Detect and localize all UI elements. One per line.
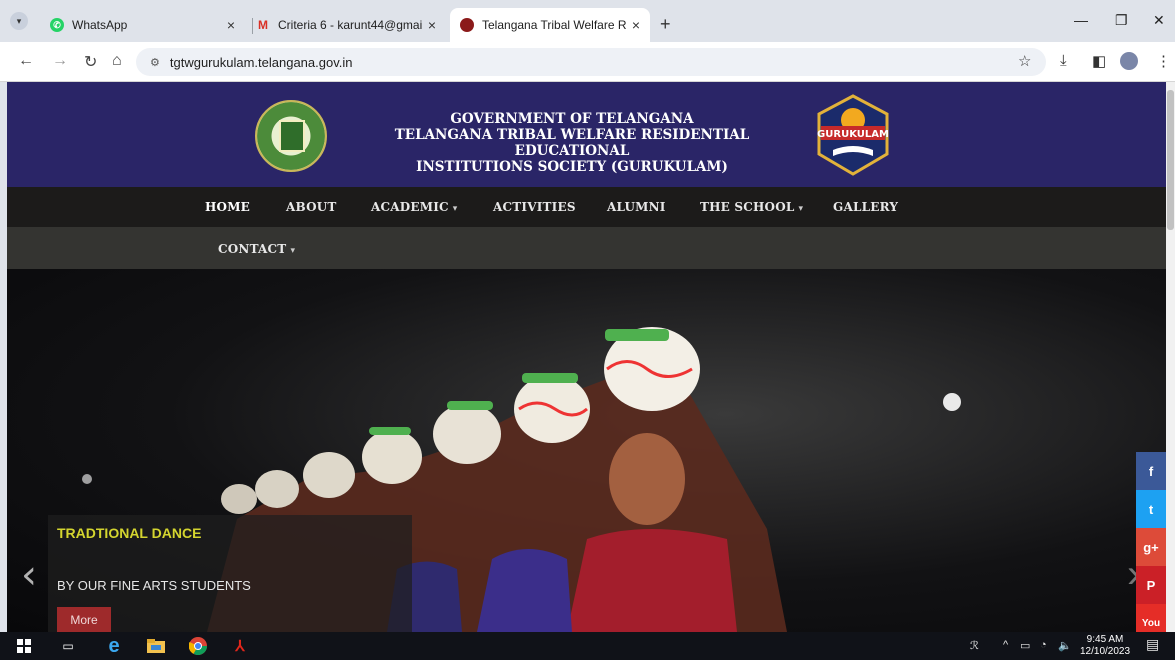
- scrollbar-thumb[interactable]: [1167, 90, 1174, 230]
- tab-title: WhatsApp: [72, 18, 128, 32]
- volume-icon[interactable]: 🔈: [1058, 639, 1072, 652]
- dropdown-caret-icon: ▾: [290, 246, 296, 256]
- wifi-icon[interactable]: ◔: [1040, 639, 1047, 651]
- site-favicon-icon: [460, 18, 474, 32]
- dropdown-caret-icon: ▾: [452, 204, 458, 214]
- url-text: tgtwgurukulam.telangana.gov.in: [169, 54, 353, 70]
- main-nav: HOME ABOUT ACADEMIC ▾ ACTIVITIES ALUMNI T…: [7, 187, 1166, 227]
- people-icon[interactable]: ℛ: [970, 639, 979, 652]
- main-nav-row-2: CONTACT ▾: [7, 227, 1166, 269]
- new-tab-button[interactable]: +: [660, 14, 671, 35]
- browser-tab-strip: ▾ ✆ WhatsApp × M Criteria 6 - karunt44@g…: [0, 0, 1175, 42]
- title-line-1: GOVERNMENT OF TELANGANA: [450, 111, 694, 127]
- show-hidden-icons-icon[interactable]: ^: [1003, 639, 1008, 651]
- file-explorer-icon[interactable]: [146, 636, 166, 656]
- twitter-share-icon[interactable]: t: [1136, 490, 1166, 528]
- edge-browser-icon[interactable]: e: [104, 635, 124, 657]
- close-tab-icon[interactable]: ×: [227, 17, 235, 33]
- web-page: GOVERNMENT OF TELANGANA TELANGANA TRIBAL…: [7, 82, 1166, 632]
- bookmark-star-icon[interactable]: ☆: [1018, 52, 1031, 70]
- slide-caption: TRADTIONAL DANCE BY OUR FINE ARTS STUDEN…: [48, 515, 412, 632]
- caption-title: TRADTIONAL DANCE: [57, 525, 202, 541]
- profile-avatar[interactable]: [1120, 52, 1138, 70]
- whatsapp-icon: ✆: [50, 18, 64, 32]
- youtube-share-icon[interactable]: You: [1136, 604, 1166, 632]
- back-icon[interactable]: ←: [18, 52, 34, 70]
- page-scrollbar[interactable]: [1166, 82, 1175, 632]
- tab-title: Telangana Tribal Welfare Reside: [482, 18, 626, 32]
- site-header-banner: GOVERNMENT OF TELANGANA TELANGANA TRIBAL…: [7, 82, 1166, 187]
- taskbar-clock[interactable]: 9:45 AM 12/10/2023: [1080, 634, 1130, 658]
- address-bar[interactable]: ⚙ tgtwgurukulam.telangana.gov.in: [136, 48, 1046, 76]
- minimize-icon[interactable]: —: [1074, 12, 1088, 28]
- download-icon[interactable]: ⤓: [1060, 52, 1067, 69]
- telangana-emblem-logo: [255, 100, 327, 172]
- close-window-icon[interactable]: ✕: [1153, 12, 1165, 29]
- acrobat-reader-icon[interactable]: ⅄: [230, 636, 250, 656]
- reload-icon[interactable]: ↻: [84, 52, 97, 72]
- nav-contact-label: CONTACT: [218, 242, 287, 256]
- notifications-icon[interactable]: ▤: [1146, 636, 1159, 653]
- tab-title: Criteria 6 - karunt44@gmail.com: [278, 18, 422, 32]
- site-info-icon[interactable]: ⚙: [150, 56, 160, 69]
- clock-date: 12/10/2023: [1080, 646, 1131, 657]
- close-tab-icon[interactable]: ×: [632, 17, 640, 33]
- battery-icon[interactable]: ▭: [1020, 639, 1030, 652]
- nav-gallery[interactable]: GALLERY: [833, 200, 898, 214]
- tab-gmail[interactable]: M Criteria 6 - karunt44@gmail.com ×: [246, 8, 446, 42]
- slider-prev-icon[interactable]: ‹: [21, 552, 37, 598]
- home-icon[interactable]: ⌂: [112, 52, 122, 70]
- menu-icon[interactable]: ⋮: [1156, 52, 1171, 70]
- nav-the-school-label: THE SCHOOL: [700, 200, 795, 214]
- chrome-icon[interactable]: [188, 636, 208, 656]
- site-title: GOVERNMENT OF TELANGANA TELANGANA TRIBAL…: [337, 111, 807, 175]
- gmail-icon: M: [258, 18, 268, 32]
- clock-time: 9:45 AM: [1086, 634, 1124, 645]
- tab-tgtw-gurukulam[interactable]: Telangana Tribal Welfare Reside ×: [450, 8, 650, 42]
- windows-start-icon[interactable]: [14, 636, 34, 656]
- browser-toolbar: ← → ↻ ⌂ ⚙ tgtwgurukulam.telangana.gov.in…: [0, 42, 1175, 82]
- title-line-2: TELANGANA TRIBAL WELFARE RESIDENTIAL EDU…: [394, 127, 750, 159]
- facebook-share-icon[interactable]: f: [1136, 452, 1166, 490]
- title-line-3: INSTITUTIONS SOCIETY (GURUKULAM): [416, 159, 728, 175]
- windows-taskbar: ▭ e ⅄ ℛ ^ ▭ ◔ 🔈 9:45 AM 12/10/2023 ▤: [0, 632, 1175, 660]
- nav-about[interactable]: ABOUT: [286, 200, 337, 214]
- task-view-icon[interactable]: ▭: [58, 636, 78, 656]
- nav-the-school[interactable]: THE SCHOOL ▾: [700, 200, 803, 214]
- nav-academic-label: ACADEMIC: [371, 200, 449, 214]
- side-panel-icon[interactable]: ◧: [1092, 52, 1106, 70]
- tab-search-icon[interactable]: ▾: [10, 12, 28, 30]
- tab-whatsapp[interactable]: ✆ WhatsApp ×: [40, 8, 245, 42]
- googleplus-share-icon[interactable]: g+: [1136, 528, 1166, 566]
- nav-academic[interactable]: ACADEMIC ▾: [371, 200, 458, 214]
- caption-subtitle: BY OUR FINE ARTS STUDENTS: [57, 578, 251, 593]
- nav-contact[interactable]: CONTACT ▾: [218, 242, 295, 256]
- forward-icon[interactable]: →: [52, 52, 68, 70]
- gurukulam-logo: GURUKULAM: [817, 94, 889, 176]
- pinterest-share-icon[interactable]: P: [1136, 566, 1166, 604]
- nav-home[interactable]: HOME: [205, 200, 250, 214]
- svg-text:GURUKULAM: GURUKULAM: [817, 129, 889, 140]
- nav-alumni[interactable]: ALUMNI: [607, 200, 666, 214]
- more-button[interactable]: More: [57, 607, 111, 632]
- hero-slider: ‹ › TRADTIONAL DANCE BY OUR FINE ARTS ST…: [7, 269, 1166, 632]
- nav-activities[interactable]: ACTIVITIES: [493, 200, 576, 214]
- restore-icon[interactable]: ❐: [1115, 12, 1128, 29]
- close-tab-icon[interactable]: ×: [428, 17, 436, 33]
- dropdown-caret-icon: ▾: [798, 204, 804, 214]
